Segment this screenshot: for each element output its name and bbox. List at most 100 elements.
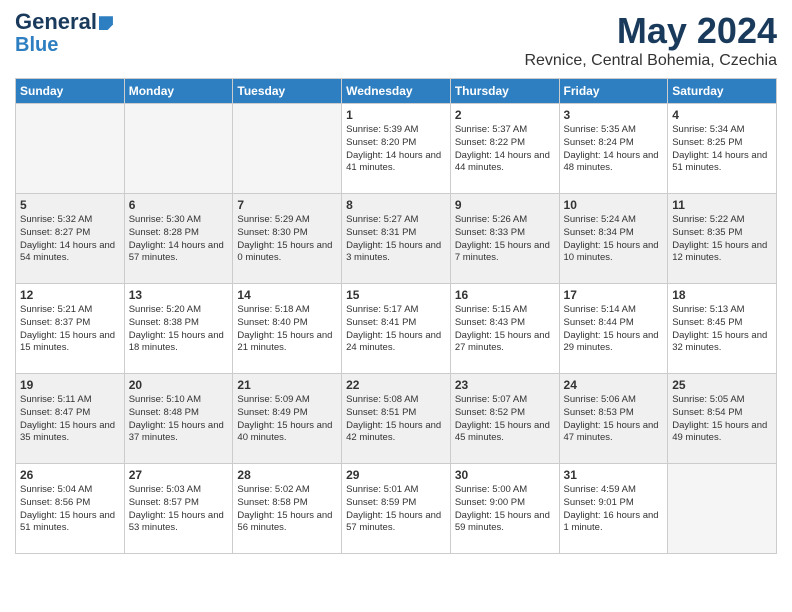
day-content: Sunrise: 5:37 AMSunset: 8:22 PMDaylight:… xyxy=(455,124,555,175)
day-content: Sunrise: 5:01 AMSunset: 8:59 PMDaylight:… xyxy=(346,484,446,535)
day-number: 26 xyxy=(20,468,120,482)
day-cell: 7 Sunrise: 5:29 AMSunset: 8:30 PMDaylight… xyxy=(233,194,342,284)
day-cell: 2 Sunrise: 5:37 AMSunset: 8:22 PMDaylight… xyxy=(450,104,559,194)
day-cell: 3 Sunrise: 5:35 AMSunset: 8:24 PMDaylight… xyxy=(559,104,668,194)
day-content: Sunrise: 5:14 AMSunset: 8:44 PMDaylight:… xyxy=(564,304,664,355)
day-content: Sunrise: 5:04 AMSunset: 8:56 PMDaylight:… xyxy=(20,484,120,535)
day-cell: 11 Sunrise: 5:22 AMSunset: 8:35 PMDayligh… xyxy=(668,194,777,284)
day-cell: 6 Sunrise: 5:30 AMSunset: 8:28 PMDaylight… xyxy=(124,194,233,284)
day-content: Sunrise: 5:11 AMSunset: 8:47 PMDaylight:… xyxy=(20,394,120,445)
day-number: 10 xyxy=(564,198,664,212)
week-row-3: 12Sunrise: 5:21 AMSunset: 8:37 PMDayligh… xyxy=(16,284,777,374)
day-number: 19 xyxy=(20,378,120,392)
day-content: Sunrise: 5:26 AMSunset: 8:33 PMDaylight:… xyxy=(455,214,555,265)
day-cell: 12Sunrise: 5:21 AMSunset: 8:37 PMDayligh… xyxy=(16,284,125,374)
calendar-header-row: SundayMondayTuesdayWednesdayThursdayFrid… xyxy=(16,79,777,104)
day-content: Sunrise: 4:59 AMSunset: 9:01 PMDaylight:… xyxy=(564,484,664,535)
day-cell xyxy=(668,464,777,554)
day-number: 29 xyxy=(346,468,446,482)
day-content: Sunrise: 5:32 AMSunset: 8:27 PMDaylight:… xyxy=(20,214,120,265)
day-number: 22 xyxy=(346,378,446,392)
title-area: May 2024 Revnice, Central Bohemia, Czech… xyxy=(524,10,777,70)
day-number: 9 xyxy=(455,198,555,212)
day-cell: 29 Sunrise: 5:01 AMSunset: 8:59 PMDayligh… xyxy=(342,464,451,554)
day-content: Sunrise: 5:21 AMSunset: 8:37 PMDaylight:… xyxy=(20,304,120,355)
day-number: 6 xyxy=(129,198,229,212)
day-number: 7 xyxy=(237,198,337,212)
day-content: Sunrise: 5:00 AMSunset: 9:00 PMDaylight:… xyxy=(455,484,555,535)
col-header-monday: Monday xyxy=(124,79,233,104)
day-content: Sunrise: 5:13 AMSunset: 8:45 PMDaylight:… xyxy=(672,304,772,355)
day-number: 11 xyxy=(672,198,772,212)
day-number: 16 xyxy=(455,288,555,302)
day-cell: 20Sunrise: 5:10 AMSunset: 8:48 PMDayligh… xyxy=(124,374,233,464)
day-cell xyxy=(16,104,125,194)
day-content: Sunrise: 5:39 AMSunset: 8:20 PMDaylight:… xyxy=(346,124,446,175)
day-content: Sunrise: 5:30 AMSunset: 8:28 PMDaylight:… xyxy=(129,214,229,265)
day-number: 1 xyxy=(346,108,446,122)
day-content: Sunrise: 5:08 AMSunset: 8:51 PMDaylight:… xyxy=(346,394,446,445)
day-content: Sunrise: 5:29 AMSunset: 8:30 PMDaylight:… xyxy=(237,214,337,265)
calendar-table: SundayMondayTuesdayWednesdayThursdayFrid… xyxy=(15,78,777,554)
day-number: 23 xyxy=(455,378,555,392)
day-number: 4 xyxy=(672,108,772,122)
day-number: 25 xyxy=(672,378,772,392)
day-content: Sunrise: 5:24 AMSunset: 8:34 PMDaylight:… xyxy=(564,214,664,265)
day-number: 31 xyxy=(564,468,664,482)
logo-text-line1: General xyxy=(15,10,113,34)
logo-text-line2: Blue xyxy=(15,34,58,56)
day-cell: 19 Sunrise: 5:11 AMSunset: 8:47 PMDayligh… xyxy=(16,374,125,464)
location-text: Revnice, Central Bohemia, Czechia xyxy=(524,52,777,70)
day-number: 8 xyxy=(346,198,446,212)
day-cell: 13Sunrise: 5:20 AMSunset: 8:38 PMDayligh… xyxy=(124,284,233,374)
month-year-title: May 2024 xyxy=(524,10,777,52)
day-cell: 10 Sunrise: 5:24 AMSunset: 8:34 PMDayligh… xyxy=(559,194,668,284)
day-content: Sunrise: 5:20 AMSunset: 8:38 PMDaylight:… xyxy=(129,304,229,355)
day-cell: 17Sunrise: 5:14 AMSunset: 8:44 PMDayligh… xyxy=(559,284,668,374)
week-row-2: 5Sunrise: 5:32 AMSunset: 8:27 PMDaylight… xyxy=(16,194,777,284)
col-header-wednesday: Wednesday xyxy=(342,79,451,104)
day-cell: 14 Sunrise: 5:18 AMSunset: 8:40 PMDayligh… xyxy=(233,284,342,374)
day-number: 2 xyxy=(455,108,555,122)
day-cell: 9 Sunrise: 5:26 AMSunset: 8:33 PMDaylight… xyxy=(450,194,559,284)
day-cell: 22 Sunrise: 5:08 AMSunset: 8:51 PMDayligh… xyxy=(342,374,451,464)
col-header-friday: Friday xyxy=(559,79,668,104)
day-content: Sunrise: 5:15 AMSunset: 8:43 PMDaylight:… xyxy=(455,304,555,355)
day-content: Sunrise: 5:17 AMSunset: 8:41 PMDaylight:… xyxy=(346,304,446,355)
day-number: 21 xyxy=(237,378,337,392)
day-number: 27 xyxy=(129,468,229,482)
logo-icon xyxy=(99,16,113,30)
col-header-tuesday: Tuesday xyxy=(233,79,342,104)
day-number: 28 xyxy=(237,468,337,482)
day-cell: 21 Sunrise: 5:09 AMSunset: 8:49 PMDayligh… xyxy=(233,374,342,464)
day-cell: 4 Sunrise: 5:34 AMSunset: 8:25 PMDaylight… xyxy=(668,104,777,194)
col-header-sunday: Sunday xyxy=(16,79,125,104)
day-number: 14 xyxy=(237,288,337,302)
day-content: Sunrise: 5:22 AMSunset: 8:35 PMDaylight:… xyxy=(672,214,772,265)
day-cell: 23 Sunrise: 5:07 AMSunset: 8:52 PMDayligh… xyxy=(450,374,559,464)
day-number: 24 xyxy=(564,378,664,392)
day-content: Sunrise: 5:07 AMSunset: 8:52 PMDaylight:… xyxy=(455,394,555,445)
day-cell: 27Sunrise: 5:03 AMSunset: 8:57 PMDayligh… xyxy=(124,464,233,554)
day-number: 30 xyxy=(455,468,555,482)
day-content: Sunrise: 5:05 AMSunset: 8:54 PMDaylight:… xyxy=(672,394,772,445)
logo: General Blue xyxy=(15,10,113,56)
day-cell: 28Sunrise: 5:02 AMSunset: 8:58 PMDayligh… xyxy=(233,464,342,554)
day-content: Sunrise: 5:09 AMSunset: 8:49 PMDaylight:… xyxy=(237,394,337,445)
day-cell xyxy=(233,104,342,194)
day-cell: 24 Sunrise: 5:06 AMSunset: 8:53 PMDayligh… xyxy=(559,374,668,464)
day-content: Sunrise: 5:35 AMSunset: 8:24 PMDaylight:… xyxy=(564,124,664,175)
week-row-4: 19 Sunrise: 5:11 AMSunset: 8:47 PMDayligh… xyxy=(16,374,777,464)
day-content: Sunrise: 5:18 AMSunset: 8:40 PMDaylight:… xyxy=(237,304,337,355)
day-content: Sunrise: 5:34 AMSunset: 8:25 PMDaylight:… xyxy=(672,124,772,175)
day-cell: 1 Sunrise: 5:39 AMSunset: 8:20 PMDaylight… xyxy=(342,104,451,194)
day-number: 3 xyxy=(564,108,664,122)
day-content: Sunrise: 5:06 AMSunset: 8:53 PMDaylight:… xyxy=(564,394,664,445)
day-cell: 26 Sunrise: 5:04 AMSunset: 8:56 PMDayligh… xyxy=(16,464,125,554)
day-cell: 18Sunrise: 5:13 AMSunset: 8:45 PMDayligh… xyxy=(668,284,777,374)
week-row-5: 26 Sunrise: 5:04 AMSunset: 8:56 PMDayligh… xyxy=(16,464,777,554)
week-row-1: 1 Sunrise: 5:39 AMSunset: 8:20 PMDaylight… xyxy=(16,104,777,194)
day-number: 15 xyxy=(346,288,446,302)
day-cell: 5Sunrise: 5:32 AMSunset: 8:27 PMDaylight… xyxy=(16,194,125,284)
header: General Blue May 2024 Revnice, Central B… xyxy=(15,10,777,70)
